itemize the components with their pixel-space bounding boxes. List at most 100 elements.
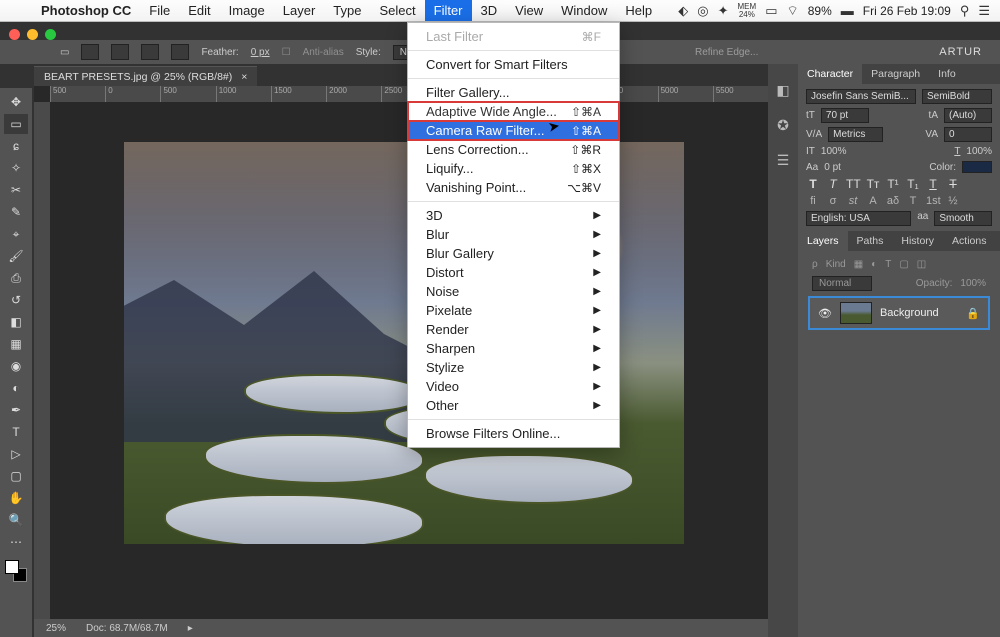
pen-tool[interactable]: ✒	[4, 400, 28, 420]
window-close[interactable]	[9, 29, 20, 40]
filter-pixel-icon[interactable]: ▦	[854, 259, 863, 270]
submenu-blur-gallery[interactable]: Blur Gallery▶	[408, 244, 619, 263]
font-weight-select[interactable]: SemiBold	[922, 89, 992, 104]
refine-edge-button[interactable]: Refine Edge...	[695, 47, 758, 58]
edit-toolbar[interactable]: ⋯	[4, 532, 28, 552]
menu-filter-gallery[interactable]: Filter Gallery...	[408, 83, 619, 102]
menu-select[interactable]: Select	[370, 0, 424, 21]
tracking-input[interactable]: 0	[944, 127, 992, 142]
document-tab-close-icon[interactable]: ×	[241, 71, 247, 83]
cc-icon[interactable]: ◎	[697, 3, 708, 19]
submenu-other[interactable]: Other▶	[408, 396, 619, 415]
tab-paragraph[interactable]: Paragraph	[862, 64, 929, 84]
gradient-tool[interactable]: ▦	[4, 334, 28, 354]
marquee-tool[interactable]: ▭	[4, 114, 28, 134]
lock-icon[interactable]: 🔒	[966, 307, 980, 320]
dropbox-icon[interactable]: ⬖	[678, 3, 688, 19]
menu-browse-filters[interactable]: Browse Filters Online...	[408, 424, 619, 443]
menu-convert-smart[interactable]: Convert for Smart Filters	[408, 55, 619, 74]
dodge-tool[interactable]: ◐	[4, 378, 28, 398]
submenu-video[interactable]: Video▶	[408, 377, 619, 396]
tab-paths[interactable]: Paths	[848, 231, 893, 251]
menu-extras-icon[interactable]: ☰	[978, 3, 990, 19]
smallcaps-button[interactable]: Tᴛ	[866, 177, 880, 191]
move-tool[interactable]: ✥	[4, 92, 28, 112]
selection-sub-icon[interactable]	[141, 44, 159, 60]
bold-button[interactable]: T	[806, 177, 820, 191]
menu-type[interactable]: Type	[324, 0, 370, 21]
selection-new-icon[interactable]	[81, 44, 99, 60]
history-brush-tool[interactable]: ↺	[4, 290, 28, 310]
zoom-tool[interactable]: 🔍	[4, 510, 28, 530]
submenu-pixelate[interactable]: Pixelate▶	[408, 301, 619, 320]
doc-size[interactable]: Doc: 68.7M/68.7M	[86, 623, 168, 634]
menu-image[interactable]: Image	[220, 0, 274, 21]
dock-color-icon[interactable]: ◧	[776, 82, 789, 99]
filter-shape-icon[interactable]: ▢	[899, 259, 908, 270]
status-arrow-icon[interactable]: ▸	[188, 623, 193, 634]
layer-thumbnail[interactable]	[840, 302, 872, 324]
layer-name[interactable]: Background	[880, 307, 939, 319]
document-tab[interactable]: BEART PRESETS.jpg @ 25% (RGB/8#) ×	[34, 66, 257, 86]
type-tool[interactable]: T	[4, 422, 28, 442]
menu-adaptive-wide-angle[interactable]: Adaptive Wide Angle...⇧⌘A	[408, 102, 619, 121]
filter-adjust-icon[interactable]: ◐	[871, 259, 877, 270]
subscript-button[interactable]: T₁	[906, 177, 920, 191]
feather-value[interactable]: 0 px	[251, 47, 270, 58]
underline-button[interactable]: T	[926, 177, 940, 191]
magic-wand-tool[interactable]: ✧	[4, 158, 28, 178]
tab-info[interactable]: Info	[929, 64, 965, 84]
spotlight-icon[interactable]: ⚲	[960, 3, 970, 19]
leading-input[interactable]: (Auto)	[944, 108, 992, 123]
path-select-tool[interactable]: ▷	[4, 444, 28, 464]
selection-add-icon[interactable]	[111, 44, 129, 60]
submenu-blur[interactable]: Blur▶	[408, 225, 619, 244]
dock-adjust-icon[interactable]: ☰	[777, 152, 790, 169]
blur-tool[interactable]: ◉	[4, 356, 28, 376]
menu-help[interactable]: Help	[616, 0, 661, 21]
menu-view[interactable]: View	[506, 0, 552, 21]
superscript-button[interactable]: T¹	[886, 177, 900, 191]
menu-camera-raw-filter[interactable]: Camera Raw Filter...⇧⌘A	[408, 121, 619, 140]
filter-type-icon[interactable]: T	[885, 259, 891, 270]
clone-stamp-tool[interactable]: ⎙	[4, 268, 28, 288]
menu-lens-correction[interactable]: Lens Correction...⇧⌘R	[408, 140, 619, 159]
healing-brush-tool[interactable]: ⌖	[4, 224, 28, 244]
layer-filter-kind[interactable]: Kind	[826, 259, 846, 270]
menu-file[interactable]: File	[140, 0, 179, 21]
kerning-select[interactable]: Metrics	[828, 127, 883, 142]
brush-tool[interactable]: 🖌	[4, 246, 28, 266]
submenu-stylize[interactable]: Stylize▶	[408, 358, 619, 377]
menu-edit[interactable]: Edit	[179, 0, 219, 21]
eraser-tool[interactable]: ◧	[4, 312, 28, 332]
blend-mode-select[interactable]: Normal	[812, 276, 872, 291]
menu-filter[interactable]: Filter	[425, 0, 472, 21]
wifi-icon[interactable]: ⌔	[786, 3, 798, 19]
auto-select-icon[interactable]: ▭	[60, 47, 69, 58]
eyedropper-tool[interactable]: ✎	[4, 202, 28, 222]
tab-history[interactable]: History	[892, 231, 943, 251]
app-name[interactable]: Photoshop CC	[32, 3, 140, 18]
submenu-noise[interactable]: Noise▶	[408, 282, 619, 301]
selection-intersect-icon[interactable]	[171, 44, 189, 60]
antialias-label[interactable]: Anti-alias	[303, 47, 344, 58]
baseline-value[interactable]: 0 pt	[824, 162, 841, 173]
menu-3d[interactable]: 3D	[472, 0, 507, 21]
zoom-level[interactable]: 25%	[46, 623, 66, 634]
submenu-render[interactable]: Render▶	[408, 320, 619, 339]
hscale-value[interactable]: 100%	[966, 146, 992, 157]
allcaps-button[interactable]: TT	[846, 177, 860, 191]
shape-tool[interactable]: ▢	[4, 466, 28, 486]
dock-brushes-icon[interactable]: ✪	[777, 117, 789, 134]
crop-tool[interactable]: ✂	[4, 180, 28, 200]
layer-row-background[interactable]: 👁 Background 🔒	[808, 296, 990, 330]
display-icon[interactable]: ▭	[765, 3, 777, 19]
opacity-value[interactable]: 100%	[960, 278, 986, 289]
menu-layer[interactable]: Layer	[274, 0, 325, 21]
antialias-select[interactable]: Smooth	[934, 211, 992, 226]
workspace-name[interactable]: ARTUR	[939, 46, 982, 58]
text-color-swatch[interactable]	[962, 161, 992, 173]
italic-button[interactable]: T	[826, 177, 840, 191]
foreground-swatch[interactable]	[5, 560, 19, 574]
filter-smart-icon[interactable]: ◫	[917, 259, 926, 270]
